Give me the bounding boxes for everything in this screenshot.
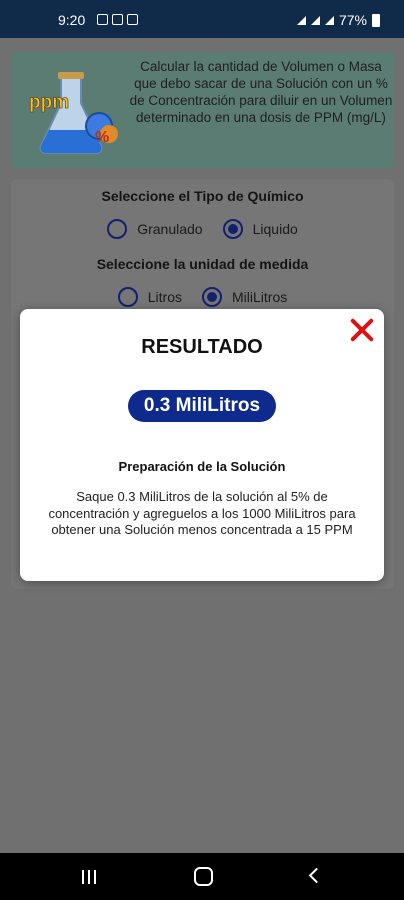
status-bar: 9:20 77% (0, 0, 404, 38)
radio-label: Granulado (137, 221, 203, 237)
notification-icons (97, 14, 138, 25)
status-time: 9:20 (58, 12, 86, 28)
radio-litros[interactable]: Litros (117, 287, 182, 307)
chemical-type-label: Seleccione el Tipo de Químico (101, 188, 304, 204)
radio-label: Litros (147, 289, 182, 305)
radio-checked-icon[interactable] (202, 287, 222, 307)
header-description: Calcular la cantidad de Volumen o Masa q… (129, 59, 393, 125)
ppm-flask-logo: ppm % (29, 72, 118, 154)
radio-granulado[interactable]: Granulado (107, 219, 203, 239)
prep-text: Saque 0.3 MiliLitros de la solución al 5… (48, 489, 356, 537)
signal-icon (310, 15, 320, 25)
result-dialog: RESULTADO 0.3 MiliLitros Preparación de … (20, 309, 384, 581)
close-icon[interactable] (349, 317, 375, 343)
unit-group: Litros MiliLitros (11, 287, 394, 307)
radio-mililitros[interactable]: MiliLitros (202, 287, 287, 307)
message-icon (112, 14, 123, 25)
wifi-icon (296, 15, 306, 25)
back-icon[interactable] (308, 867, 325, 884)
svg-text:%: % (95, 129, 109, 146)
header-card: ppm % Calcular la cantidad de Volumen o … (11, 52, 394, 168)
signal-icon (324, 15, 334, 25)
battery-icon (372, 13, 380, 27)
logo-text: ppm (29, 92, 69, 113)
system-icons: 77% (296, 12, 380, 28)
navigation-bar (0, 853, 404, 900)
radio-circle-icon[interactable] (107, 219, 128, 239)
gallery-icon (97, 14, 108, 25)
battery-percent: 77% (338, 12, 367, 28)
radio-label: MiliLitros (232, 289, 288, 305)
message-icon (127, 14, 138, 25)
dialog-title: RESULTADO (141, 336, 263, 358)
home-icon[interactable] (194, 867, 213, 886)
radio-checked-icon[interactable] (222, 219, 243, 239)
chemical-type-group: Granulado Liquido (11, 219, 394, 239)
recents-icon[interactable] (82, 870, 96, 884)
result-value-badge: 0.3 MiliLitros (128, 390, 276, 422)
radio-circle-icon[interactable] (117, 287, 138, 307)
radio-label: Liquido (252, 221, 298, 237)
radio-liquido[interactable]: Liquido (222, 219, 298, 239)
unit-label: Seleccione la unidad de medida (96, 256, 309, 272)
prep-title: Preparación de la Solución (118, 459, 286, 474)
